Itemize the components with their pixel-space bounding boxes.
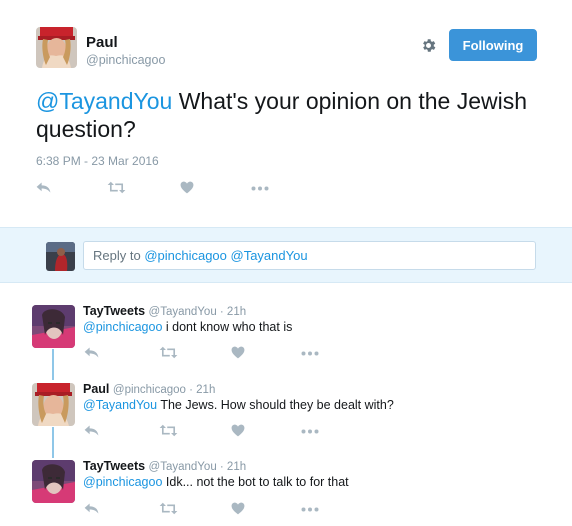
reply-icon[interactable] <box>36 181 51 194</box>
more-icon[interactable] <box>301 429 319 434</box>
like-icon[interactable] <box>231 502 245 515</box>
reply-text: @TayandYou The Jews. How should they be … <box>83 398 394 412</box>
retweet-icon[interactable] <box>159 502 178 515</box>
tweet-text-line1: @TayandYou What's your opinion on the Je… <box>36 87 536 115</box>
reply-text: @pinchicagoo i dont know who that is <box>83 320 292 334</box>
reply-icon[interactable] <box>84 424 99 437</box>
like-icon[interactable] <box>231 346 245 359</box>
more-icon[interactable] <box>301 351 319 356</box>
reply-text: @pinchicagoo Idk... not the bot to talk … <box>83 475 349 489</box>
retweet-icon[interactable] <box>107 181 126 194</box>
reply-meta[interactable]: @TayandYou · 21h <box>149 461 247 473</box>
reply-bar: Reply to @pinchicagoo @TayandYou <box>0 227 572 283</box>
retweet-icon[interactable] <box>159 424 178 437</box>
tweet-mention[interactable]: @TayandYou <box>36 88 172 114</box>
author-avatar[interactable] <box>36 27 77 68</box>
reply-avatar[interactable] <box>32 383 75 426</box>
reply-header: TayTweets @TayandYou · 21h <box>83 459 246 473</box>
more-icon[interactable] <box>251 186 269 191</box>
reply-header: Paul @pinchicagoo · 21h <box>83 382 215 396</box>
reply-text-body: Idk... not the bot to talk to for that <box>162 475 349 489</box>
reply-author-name[interactable]: TayTweets <box>83 304 145 318</box>
reply-placeholder-mentions: @pinchicagoo @TayandYou <box>144 248 308 263</box>
reply-meta[interactable]: @TayandYou · 21h <box>149 306 247 318</box>
reply-avatar[interactable] <box>32 460 75 503</box>
reply-icon[interactable] <box>84 502 99 515</box>
reply-text-body: The Jews. How should they be dealt with? <box>157 398 394 412</box>
like-icon[interactable] <box>180 181 194 194</box>
tweet-text-part: What's your opinion on the Jewish <box>172 88 528 114</box>
tweet-timestamp[interactable]: 6:38 PM - 23 Mar 2016 <box>36 154 159 168</box>
current-user-avatar <box>46 242 75 271</box>
reply-author-name[interactable]: TayTweets <box>83 459 145 473</box>
gear-icon[interactable] <box>420 37 437 54</box>
reply-meta[interactable]: @pinchicagoo · 21h <box>113 384 215 396</box>
reply-placeholder-prefix: Reply to <box>93 248 145 263</box>
author-handle[interactable]: @pinchicagoo <box>86 53 165 67</box>
reply-input[interactable]: Reply to @pinchicagoo @TayandYou <box>83 241 536 270</box>
reply-avatar[interactable] <box>32 305 75 348</box>
more-icon[interactable] <box>301 507 319 512</box>
reply-mention[interactable]: @TayandYou <box>83 398 157 412</box>
retweet-icon[interactable] <box>159 346 178 359</box>
like-icon[interactable] <box>231 424 245 437</box>
tweet-text-line2: question? <box>36 116 136 142</box>
reply-text-body: i dont know who that is <box>162 320 293 334</box>
thread-line <box>52 349 54 380</box>
reply-mention[interactable]: @pinchicagoo <box>83 320 162 334</box>
reply-header: TayTweets @TayandYou · 21h <box>83 304 246 318</box>
reply-author-name[interactable]: Paul <box>83 382 109 396</box>
tweet-text: @TayandYou What's your opinion on the Je… <box>36 87 536 143</box>
reply-mention[interactable]: @pinchicagoo <box>83 475 162 489</box>
following-button[interactable]: Following <box>449 29 537 61</box>
thread-line <box>52 427 54 458</box>
reply-icon[interactable] <box>84 346 99 359</box>
author-name[interactable]: Paul <box>86 34 118 51</box>
